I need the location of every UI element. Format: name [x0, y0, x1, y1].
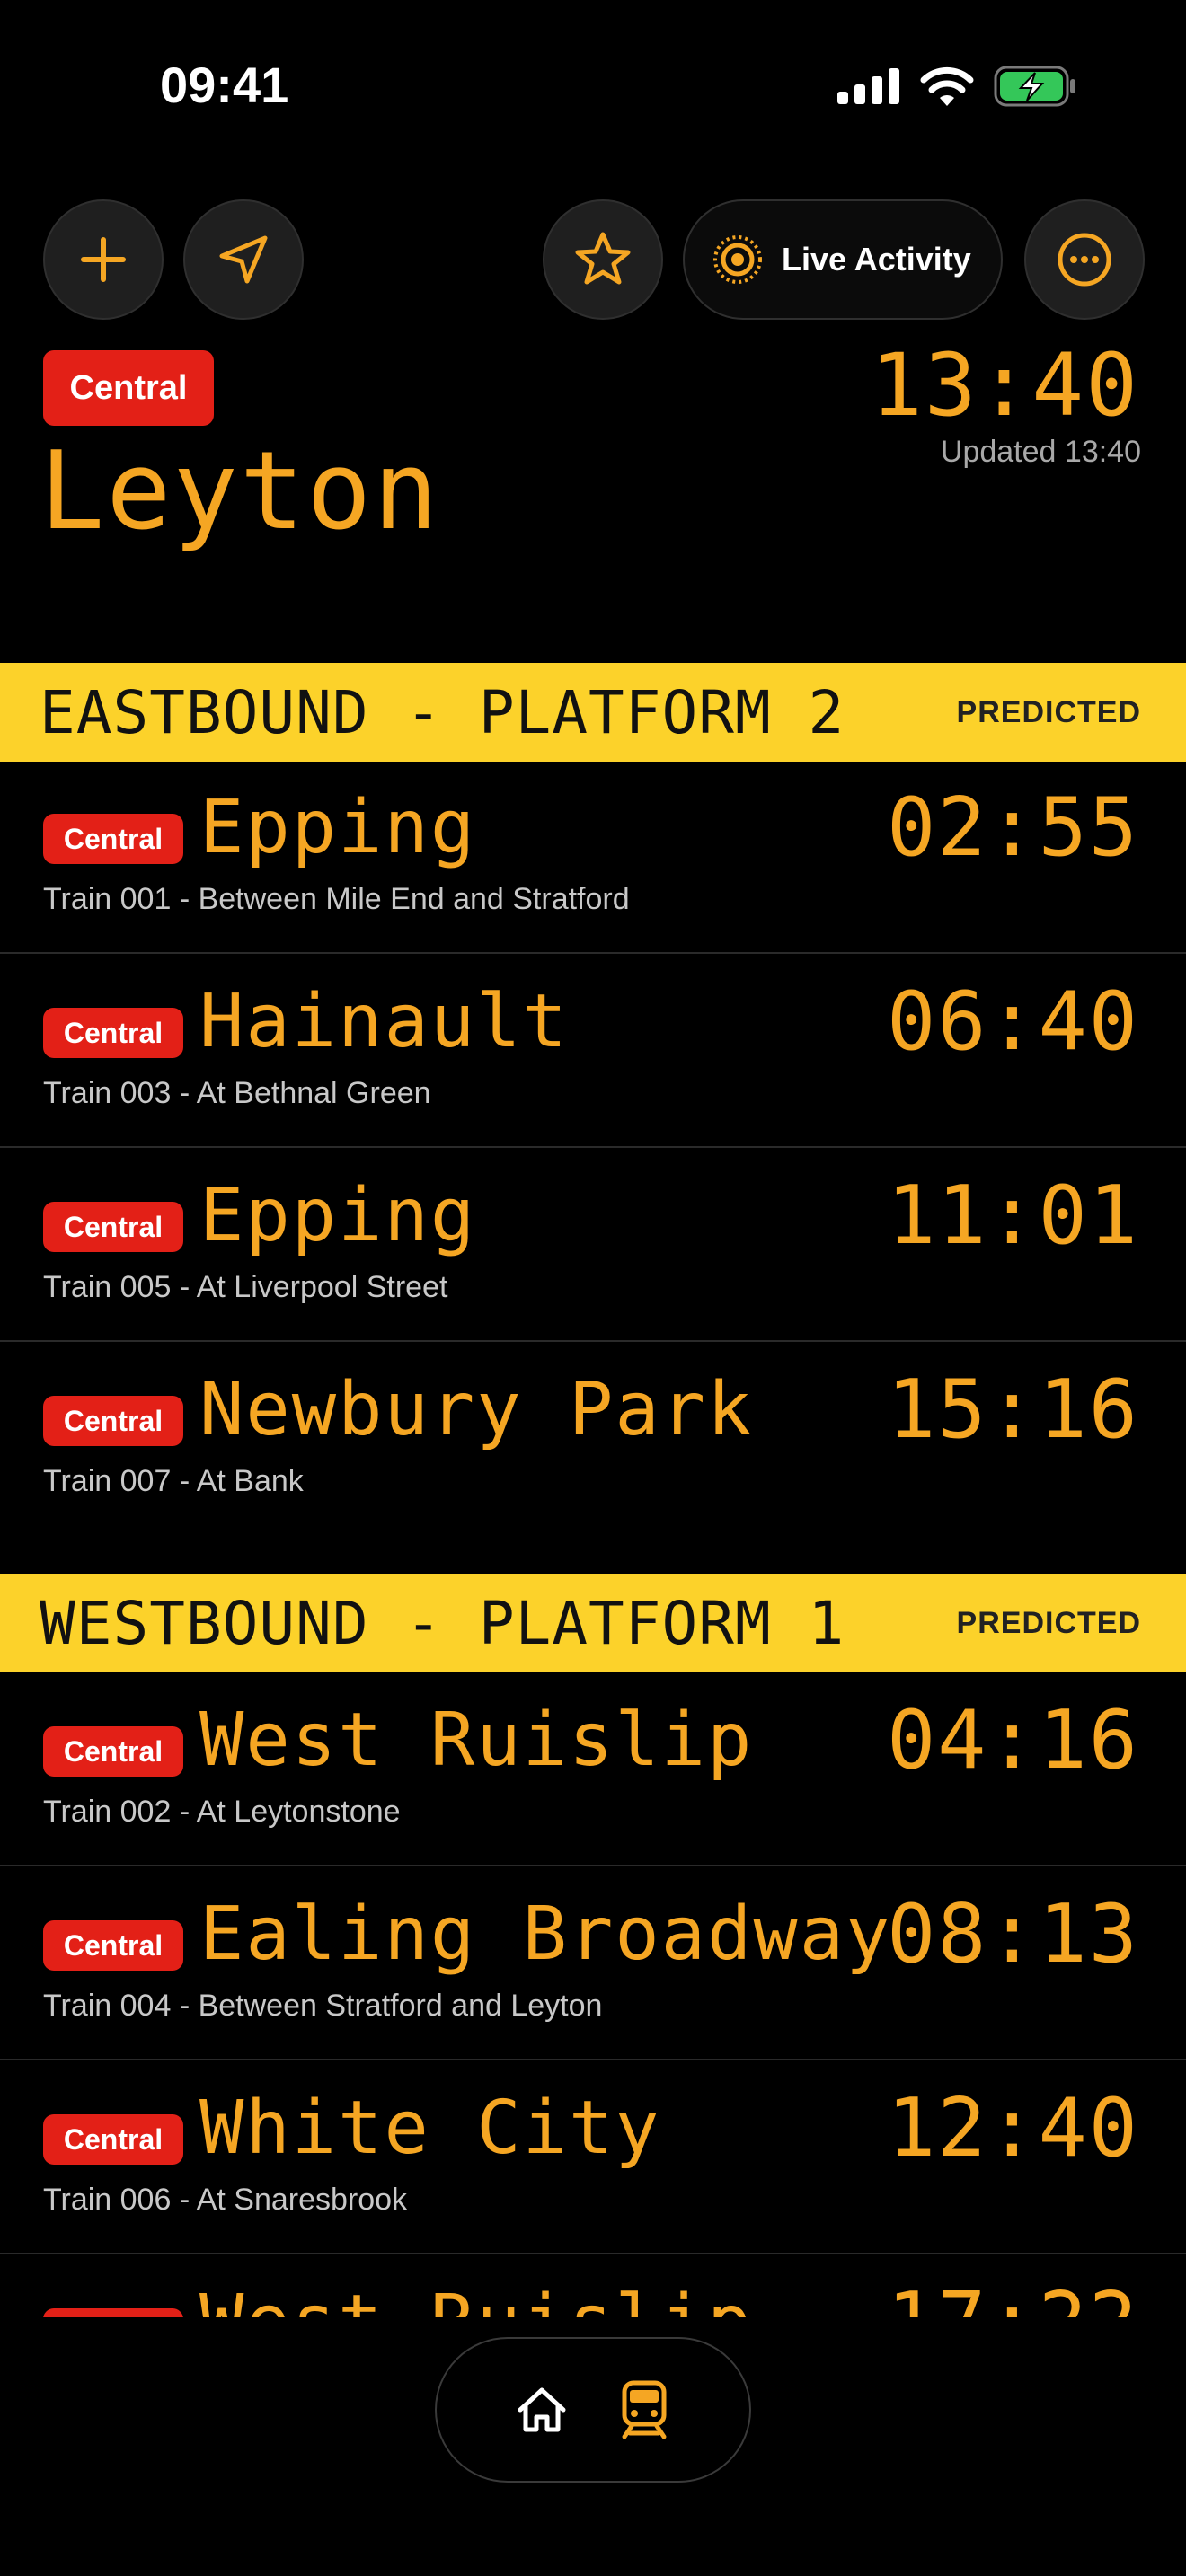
train-destination: Epping — [199, 785, 477, 870]
train-detail: Train 004 - Between Stratford and Leyton — [43, 1989, 603, 2023]
status-time: 09:41 — [160, 57, 289, 113]
line-badge: Central — [43, 814, 183, 864]
train-eta: 06:40 — [887, 975, 1139, 1069]
star-icon — [575, 232, 631, 285]
line-badge: Central — [43, 2114, 183, 2165]
wifi-icon — [920, 66, 974, 106]
status-icons — [837, 65, 1078, 108]
train-row[interactable]: Central West Ruislip 17:22 — [0, 2254, 1186, 2317]
train-detail: Train 006 - At Snaresbrook — [43, 2183, 408, 2217]
train-row[interactable]: Central West Ruislip 04:16 Train 002 - A… — [0, 1672, 1186, 1866]
tab-departures[interactable] — [610, 2376, 678, 2444]
train-row[interactable]: Central Epping 02:55 Train 001 - Between… — [0, 760, 1186, 954]
status-bar: 09:41 — [0, 0, 1186, 171]
live-activity-button[interactable]: Live Activity — [683, 199, 1003, 320]
train-destination: West Ruislip — [199, 1698, 754, 1783]
train-eta: 11:01 — [887, 1169, 1139, 1263]
line-badge: Central — [43, 1008, 183, 1058]
current-clock: 13:40 — [871, 335, 1139, 436]
tab-home[interactable] — [508, 2376, 576, 2444]
more-options-button[interactable] — [1024, 199, 1145, 320]
plus-icon — [81, 237, 126, 282]
battery-charging-icon — [994, 66, 1075, 107]
train-detail: Train 002 - At Leytonstone — [43, 1795, 401, 1829]
platform-title: EASTBOUND - PLATFORM 2 — [40, 677, 845, 747]
train-row[interactable]: Central Hainault 06:40 Train 003 - At Be… — [0, 954, 1186, 1148]
train-row[interactable]: Central Epping 11:01 Train 005 - At Live… — [0, 1148, 1186, 1342]
train-eta: 08:13 — [887, 1887, 1139, 1981]
tab-bar — [435, 2337, 751, 2483]
live-activity-label: Live Activity — [782, 241, 971, 278]
platform-header-eastbound: EASTBOUND - PLATFORM 2 PREDICTED — [0, 663, 1186, 762]
train-destination: White City — [199, 2086, 661, 2171]
train-row[interactable]: Central White City 12:40 Train 006 - At … — [0, 2060, 1186, 2254]
train-detail: Train 001 - Between Mile End and Stratfo… — [43, 882, 630, 916]
station-line-badge: Central — [43, 350, 214, 426]
platform-header-westbound: WESTBOUND - PLATFORM 1 PREDICTED — [0, 1574, 1186, 1672]
train-detail: Train 005 - At Liverpool Street — [43, 1270, 448, 1304]
train-destination: Newbury Park — [199, 1367, 754, 1452]
train-destination: Epping — [199, 1173, 477, 1258]
platform-title: WESTBOUND - PLATFORM 1 — [40, 1588, 845, 1658]
train-destination: Ealing Broadway — [199, 1892, 892, 1977]
location-arrow-icon — [219, 235, 268, 284]
house-icon — [518, 2387, 566, 2432]
line-badge: Central — [43, 2308, 183, 2317]
train-eta: 12:40 — [887, 2081, 1139, 2175]
line-badge: Central — [43, 1920, 183, 1971]
platform-status: PREDICTED — [956, 694, 1141, 729]
station-name: Leyton — [40, 429, 440, 554]
line-badge: Central — [43, 1202, 183, 1252]
train-icon — [622, 2380, 667, 2439]
train-eta: 15:16 — [887, 1363, 1139, 1457]
train-row[interactable]: Central Ealing Broadway 08:13 Train 004 … — [0, 1866, 1186, 2060]
add-station-button[interactable] — [43, 199, 164, 320]
signal-icon — [837, 68, 899, 104]
train-destination: West Ruislip — [199, 2278, 753, 2317]
line-badge: Central — [43, 1396, 183, 1446]
line-badge: Central — [43, 1726, 183, 1777]
train-detail: Train 003 - At Bethnal Green — [43, 1076, 431, 1110]
updated-time: Updated 13:40 — [940, 435, 1141, 469]
list-clip: Central West Ruislip 17:22 — [0, 2254, 1186, 2317]
ellipsis-circle-icon — [1058, 233, 1111, 287]
platform-status: PREDICTED — [956, 1605, 1141, 1640]
favorite-button[interactable] — [543, 199, 663, 320]
train-eta: 02:55 — [887, 781, 1139, 875]
train-eta: 17:22 — [887, 2278, 1139, 2318]
train-destination: Hainault — [199, 979, 569, 1064]
live-activity-icon — [713, 235, 762, 284]
train-detail: Train 007 - At Bank — [43, 1464, 304, 1498]
location-button[interactable] — [183, 199, 304, 320]
train-row[interactable]: Central Newbury Park 15:16 Train 007 - A… — [0, 1342, 1186, 1536]
train-eta: 04:16 — [887, 1693, 1139, 1787]
